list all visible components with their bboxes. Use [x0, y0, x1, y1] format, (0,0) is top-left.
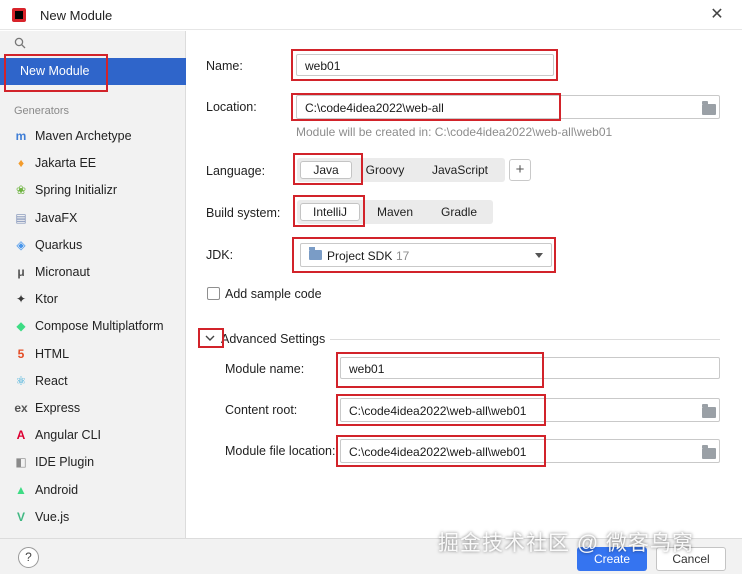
language-selector: Java Groovy JavaScript [297, 158, 505, 182]
name-field[interactable]: web01 [296, 54, 554, 76]
help-button[interactable]: ? [18, 547, 39, 568]
sidebar: New Module Generators m Maven Archetype ♦ J… [0, 31, 186, 538]
module-file-location-field[interactable]: C:\code4idea2022\web-all\web01 [340, 439, 720, 463]
jdk-version: 17 [396, 249, 410, 263]
window-title: New Module [40, 8, 113, 23]
plugin-icon: ◧ [15, 455, 27, 470]
folder-browse-icon[interactable] [702, 101, 716, 115]
sidebar-item-label: New Module [20, 64, 90, 78]
folder-browse-icon[interactable] [702, 404, 716, 418]
sidebar-item-spring-initializr[interactable]: ❀ Spring Initializr [0, 178, 186, 202]
module-file-location-value: C:\code4idea2022\web-all\web01 [349, 445, 527, 459]
sidebar-item-jakarta-ee[interactable]: ♦ Jakarta EE [0, 151, 186, 175]
close-button[interactable]: ✕ [708, 6, 726, 24]
jakarta-icon: ♦ [17, 156, 25, 171]
module-file-location-label: Module file location: [225, 444, 336, 458]
sidebar-item-label: HTML [35, 346, 70, 361]
micronaut-icon: μ [17, 265, 25, 279]
html-icon: 5 [17, 346, 25, 361]
sidebar-item-new-module[interactable]: New Module [0, 58, 186, 85]
sidebar-item-label: IDE Plugin [35, 455, 95, 470]
sidebar-item-label: Android [35, 482, 79, 497]
build-option-gradle[interactable]: Gradle [429, 203, 489, 221]
folder-browse-icon[interactable] [702, 445, 716, 459]
javafx-icon: ▤ [15, 210, 27, 225]
build-option-intellij[interactable]: IntelliJ [300, 203, 360, 221]
watermark-text: 掘金技术社区 @ 微客鸟窝 [438, 532, 694, 555]
sidebar-item-express[interactable]: ex Express [0, 396, 186, 420]
sidebar-item-label: React [35, 373, 68, 388]
title-bar: New Module ✕ [0, 0, 742, 30]
module-name-field[interactable]: web01 [340, 357, 720, 379]
android-icon: ▲ [15, 482, 27, 497]
advanced-divider [330, 339, 720, 340]
content-root-label: Content root: [225, 403, 298, 417]
jdk-name: Project SDK [327, 249, 393, 263]
advanced-settings-label[interactable]: Advanced Settings [221, 332, 325, 346]
module-name-value: web01 [349, 362, 385, 376]
module-name-label: Module name: [225, 362, 305, 376]
intellij-logo-icon [12, 8, 26, 22]
language-option-java[interactable]: Java [300, 161, 352, 179]
spring-icon: ❀ [15, 183, 27, 198]
maven-icon: m [15, 129, 27, 143]
chevron-down-icon [535, 253, 543, 258]
sidebar-item-ktor[interactable]: ✦ Ktor [0, 287, 186, 311]
jdk-label: JDK: [206, 248, 234, 262]
language-option-javascript[interactable]: JavaScript [419, 161, 501, 179]
language-label: Language: [206, 164, 266, 178]
sidebar-item-label: Jakarta EE [35, 156, 97, 171]
ktor-icon: ✦ [15, 292, 27, 307]
express-icon: ex [14, 401, 28, 415]
sidebar-item-compose-multiplatform[interactable]: ◆ Compose Multiplatform [0, 314, 186, 338]
sidebar-item-react[interactable]: ⚛ React [0, 369, 186, 393]
sidebar-item-vue-js[interactable]: V Vue.js [0, 505, 186, 529]
sidebar-item-label: JavaFX [35, 210, 78, 225]
sidebar-item-micronaut[interactable]: μ Micronaut [0, 260, 186, 284]
sidebar-item-angular-cli[interactable]: A Angular CLI [0, 423, 186, 447]
build-option-maven[interactable]: Maven [365, 203, 425, 221]
quarkus-icon: ◈ [16, 237, 26, 252]
name-label: Name: [206, 59, 243, 73]
build-system-selector: IntelliJ Maven Gradle [297, 200, 493, 224]
language-option-groovy[interactable]: Groovy [357, 161, 413, 179]
location-label: Location: [206, 100, 257, 114]
content-root-field[interactable]: C:\code4idea2022\web-all\web01 [340, 398, 720, 422]
location-hint: Module will be created in: C:\code4idea2… [296, 125, 613, 139]
add-language-button[interactable]: + [509, 159, 531, 181]
react-icon: ⚛ [15, 373, 27, 388]
sidebar-item-label: Express [35, 401, 81, 415]
sidebar-item-javafx[interactable]: ▤ JavaFX [0, 206, 186, 230]
generators-header: Generators [14, 105, 70, 117]
sidebar-item-android[interactable]: ▲ Android [0, 478, 186, 502]
sidebar-item-label: Maven Archetype [35, 129, 132, 143]
sdk-folder-icon [309, 247, 322, 260]
location-value: C:\code4idea2022\web-all [305, 101, 444, 115]
vue-icon: V [16, 509, 25, 524]
sidebar-item-maven-archetype[interactable]: m Maven Archetype [0, 124, 186, 148]
sidebar-item-label: Quarkus [35, 237, 83, 252]
sidebar-item-label: Spring Initializr [35, 183, 117, 198]
sidebar-item-label: Compose Multiplatform [35, 319, 164, 334]
sidebar-item-quarkus[interactable]: ◈ Quarkus [0, 233, 186, 257]
sidebar-item-label: Micronaut [35, 265, 90, 279]
angular-icon: A [16, 428, 26, 443]
search-icon[interactable] [14, 37, 26, 49]
name-value: web01 [305, 59, 341, 73]
jdk-dropdown[interactable]: Project SDK 17 [300, 243, 552, 267]
sidebar-item-ide-plugin[interactable]: ◧ IDE Plugin [0, 450, 186, 474]
chevron-down-icon[interactable] [204, 333, 216, 343]
sample-code-checkbox[interactable] [207, 287, 220, 300]
location-field[interactable]: C:\code4idea2022\web-all [296, 95, 720, 119]
compose-icon: ◆ [16, 319, 26, 334]
sample-code-label: Add sample code [225, 287, 322, 301]
sidebar-item-html[interactable]: 5 HTML [0, 342, 186, 366]
sidebar-item-label: Angular CLI [35, 428, 102, 443]
build-system-label: Build system: [206, 206, 281, 220]
sidebar-item-label: Vue.js [35, 509, 70, 524]
sidebar-item-label: Ktor [35, 292, 58, 307]
content-root-value: C:\code4idea2022\web-all\web01 [349, 404, 527, 418]
